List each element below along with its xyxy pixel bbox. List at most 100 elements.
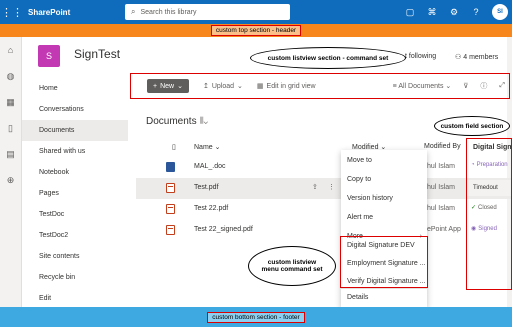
left-nav: Home Conversations Documents Shared with… — [22, 78, 128, 309]
menu-item-move-to[interactable]: Move to — [347, 157, 372, 164]
home-icon[interactable]: ⌂ — [0, 37, 21, 63]
table-row[interactable]: Test.pdf ⇪ ⋮ — [136, 178, 512, 199]
modified-by-cell: hul Islam — [427, 205, 456, 212]
field-column-header[interactable]: Digital Sign — [473, 144, 511, 151]
status-text: Closed — [478, 204, 497, 211]
menu-command-set-callout: custom listview menu command set — [248, 246, 336, 286]
app-title[interactable]: SharePoint — [28, 8, 70, 17]
custom-menu-highlight — [340, 236, 428, 288]
nav-item-home[interactable]: Home — [22, 78, 128, 99]
create-icon[interactable]: ⊕ — [0, 167, 21, 193]
status-preparation: ◔ Preparation — [471, 162, 508, 168]
view-label: All Documents — [398, 83, 444, 90]
command-bar-right: ≡ All Documents ⌄ ⊽ ⓘ ⤢ — [393, 74, 505, 98]
modified-by-cell: hul Islam — [427, 163, 456, 170]
document-icon[interactable]: ▯ — [0, 115, 21, 141]
upload-label: Upload — [211, 82, 235, 90]
table-row[interactable]: MAL_.doc — [136, 157, 512, 178]
list-icon[interactable]: ▤ — [0, 141, 21, 167]
nav-item-site-contents[interactable]: Site contents — [22, 246, 128, 267]
plus-icon: + — [153, 82, 158, 90]
new-button[interactable]: + New ⌄ — [147, 79, 189, 93]
command-bar: + New ⌄ ↥ Upload ⌄ ▦ Edit in grid view ≡… — [130, 73, 510, 99]
expand-icon[interactable]: ⤢ — [499, 82, 505, 90]
file-name[interactable]: Test 22_signed.pdf — [194, 226, 253, 233]
library-title: Documents — [146, 116, 197, 127]
app-launcher-icon[interactable]: ⋮⋮ — [0, 0, 24, 24]
nav-item-documents[interactable]: Documents — [22, 120, 128, 141]
search-box[interactable]: ⌕ Search this library — [125, 4, 290, 20]
file-name[interactable]: Test 22.pdf — [194, 205, 228, 212]
column-header-modified-by[interactable]: Modified By — [424, 143, 461, 150]
file-name[interactable]: Test.pdf — [194, 184, 219, 191]
check-icon: ✓ — [471, 205, 477, 211]
nav-item-testdoc2[interactable]: TestDoc2 — [22, 225, 128, 246]
word-file-icon — [166, 162, 175, 172]
status-text: Timedout — [473, 185, 498, 191]
name-header-label: Name — [194, 144, 213, 151]
members-label: 4 members — [463, 54, 499, 61]
nav-item-recycle-bin[interactable]: Recycle bin — [22, 267, 128, 288]
nav-item-pages[interactable]: Pages — [22, 183, 128, 204]
menu-divider — [341, 288, 427, 289]
nav-item-conversations[interactable]: Conversations — [22, 99, 128, 120]
avatar[interactable]: SI — [492, 4, 508, 20]
menu-item-copy-to[interactable]: Copy to — [347, 176, 371, 183]
news-icon[interactable]: ▦ — [0, 89, 21, 115]
modified-by-cell: ePoint App — [427, 226, 461, 233]
status-text: Preparation — [476, 162, 508, 168]
info-icon[interactable]: ⓘ — [480, 81, 487, 91]
menu-item-version-history[interactable]: Version history — [347, 195, 393, 202]
pdf-file-icon — [166, 204, 175, 214]
custom-field-column: Digital Sign ◔ Preparation Timedout ✓ Clos… — [466, 138, 512, 290]
search-icon: ⌕ — [131, 7, 136, 16]
menu-item-details[interactable]: Details — [347, 294, 368, 301]
status-timedout: Timedout — [467, 180, 511, 196]
search-placeholder: Search this library — [140, 8, 197, 16]
pdf-file-icon — [166, 225, 175, 235]
notification-icon[interactable]: ▢ — [404, 7, 416, 18]
suite-bar: ⋮⋮ SharePoint ⌕ Search this library ▢ ⌘ … — [0, 0, 512, 24]
new-label: New — [160, 82, 175, 90]
globe-icon[interactable]: ◍ — [0, 63, 21, 89]
field-section-callout: custom field section — [434, 116, 510, 136]
footer-annotation: custom bottom section - footer — [207, 311, 305, 323]
nav-item-edit[interactable]: Edit — [22, 288, 128, 309]
menu-item-alert-me[interactable]: Alert me — [347, 214, 373, 221]
header-placeholder: custom top section - header — [0, 24, 512, 37]
share-icon[interactable]: ⌘ — [426, 7, 438, 18]
column-header-name[interactable]: Name ⌄ — [194, 143, 221, 151]
nav-item-testdoc[interactable]: TestDoc — [22, 204, 128, 225]
site-logo[interactable]: S — [38, 45, 60, 67]
header-annotation: custom top section - header — [210, 25, 302, 36]
nav-item-shared[interactable]: Shared with us — [22, 141, 128, 162]
status-signed: ◉ Signed — [471, 225, 497, 233]
person-icon: ⚇ — [455, 54, 464, 61]
filter-icon[interactable]: ⊽ — [463, 82, 468, 90]
share-icon[interactable]: ⇪ — [312, 183, 318, 191]
chevron-down-icon: ⌄ — [237, 83, 243, 90]
library-views-icon[interactable]: ⫼⌄ — [200, 116, 208, 126]
following-button[interactable]: t following — [405, 53, 436, 60]
help-icon[interactable]: ? — [470, 7, 482, 17]
more-options-icon[interactable]: ⋮ — [328, 183, 335, 191]
suite-actions: ▢ ⌘ ⚙ ? SI — [404, 0, 508, 24]
chevron-down-icon: ⌄ — [177, 83, 183, 90]
table-row[interactable]: Test 22.pdf — [136, 199, 512, 220]
file-name[interactable]: MAL_.doc — [194, 163, 226, 170]
nav-item-notebook[interactable]: Notebook — [22, 162, 128, 183]
status-text: Signed — [478, 225, 497, 232]
clock-icon: ◔ — [471, 162, 475, 168]
site-title[interactable]: SignTest — [74, 47, 120, 61]
members-button[interactable]: ⚇ 4 members — [455, 53, 498, 61]
file-type-icon[interactable]: ▯ — [172, 143, 176, 151]
view-selector[interactable]: ≡ All Documents ⌄ — [393, 82, 452, 90]
footer-placeholder: custom bottom section - footer — [0, 307, 512, 327]
modified-by-header-label: Modified By — [424, 143, 461, 150]
command-set-callout: custom listview section - command set — [250, 47, 406, 69]
settings-icon[interactable]: ⚙ — [448, 7, 460, 18]
left-rail: ⌂ ◍ ▦ ▯ ▤ ⊕ — [0, 37, 22, 307]
pdf-file-icon — [166, 183, 175, 193]
edit-grid-button[interactable]: ▦ Edit in grid view — [257, 82, 316, 91]
upload-button[interactable]: ↥ Upload ⌄ — [203, 82, 243, 91]
